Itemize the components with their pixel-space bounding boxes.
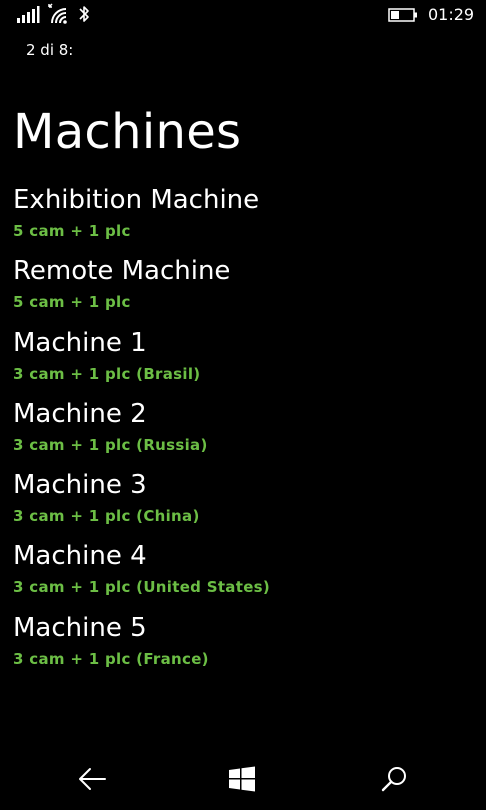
status-bar: 01:29 [0,0,486,32]
machine-detail: 5 cam + 1 plc [13,293,131,312]
machine-detail: 5 cam + 1 plc [13,222,131,240]
machine-detail: 3 cam + 1 plc (Russia) [13,435,208,454]
list-item-exhibition-machine[interactable]: Exhibition Machine 5 cam + 1 plc [0,182,486,253]
machine-name: Machine 3 [13,470,147,501]
machine-name: Machine 5 [13,612,147,643]
machine-name: Machine 1 [13,327,147,358]
machine-detail: 3 cam + 1 plc (United States) [13,578,271,597]
machine-detail: 3 cam + 1 plc (France) [13,649,209,668]
back-arrow-icon [79,768,106,790]
start-button[interactable] [212,756,272,802]
list-item-machine-1[interactable]: Machine 1 3 cam + 1 plc (Brasil) [0,325,486,396]
battery-icon [388,8,417,22]
list-item-machine-4[interactable]: Machine 4 3 cam + 1 plc (United States) [0,538,486,609]
machine-list: Exhibition Machine 5 cam + 1 plc Remote … [0,182,486,681]
search-button[interactable] [364,756,424,802]
signal-icon [17,6,40,23]
machine-name: Exhibition Machine [13,185,260,215]
list-item-machine-2[interactable]: Machine 2 3 cam + 1 plc (Russia) [0,396,486,467]
list-item-remote-machine[interactable]: Remote Machine 5 cam + 1 plc [0,253,486,324]
machine-detail: 3 cam + 1 plc (China) [13,507,200,526]
machine-name: Machine 4 [13,541,147,572]
clock-time: 01:29 [428,5,475,24]
machine-detail: 3 cam + 1 plc (Brasil) [13,364,201,383]
back-button[interactable] [62,756,122,802]
list-item-machine-3[interactable]: Machine 3 3 cam + 1 plc (China) [0,467,486,538]
page-indicator: 2 di 8: [26,41,74,59]
search-icon [381,767,406,792]
bluetooth-icon [79,6,89,22]
page-title: Machines [13,104,242,160]
navigation-bar [0,748,486,810]
machine-name: Machine 2 [13,398,147,429]
list-item-machine-5[interactable]: Machine 5 3 cam + 1 plc (France) [0,610,486,681]
machine-name: Remote Machine [13,256,231,287]
windows-start-icon [229,766,255,792]
wifi-icon [48,3,67,24]
